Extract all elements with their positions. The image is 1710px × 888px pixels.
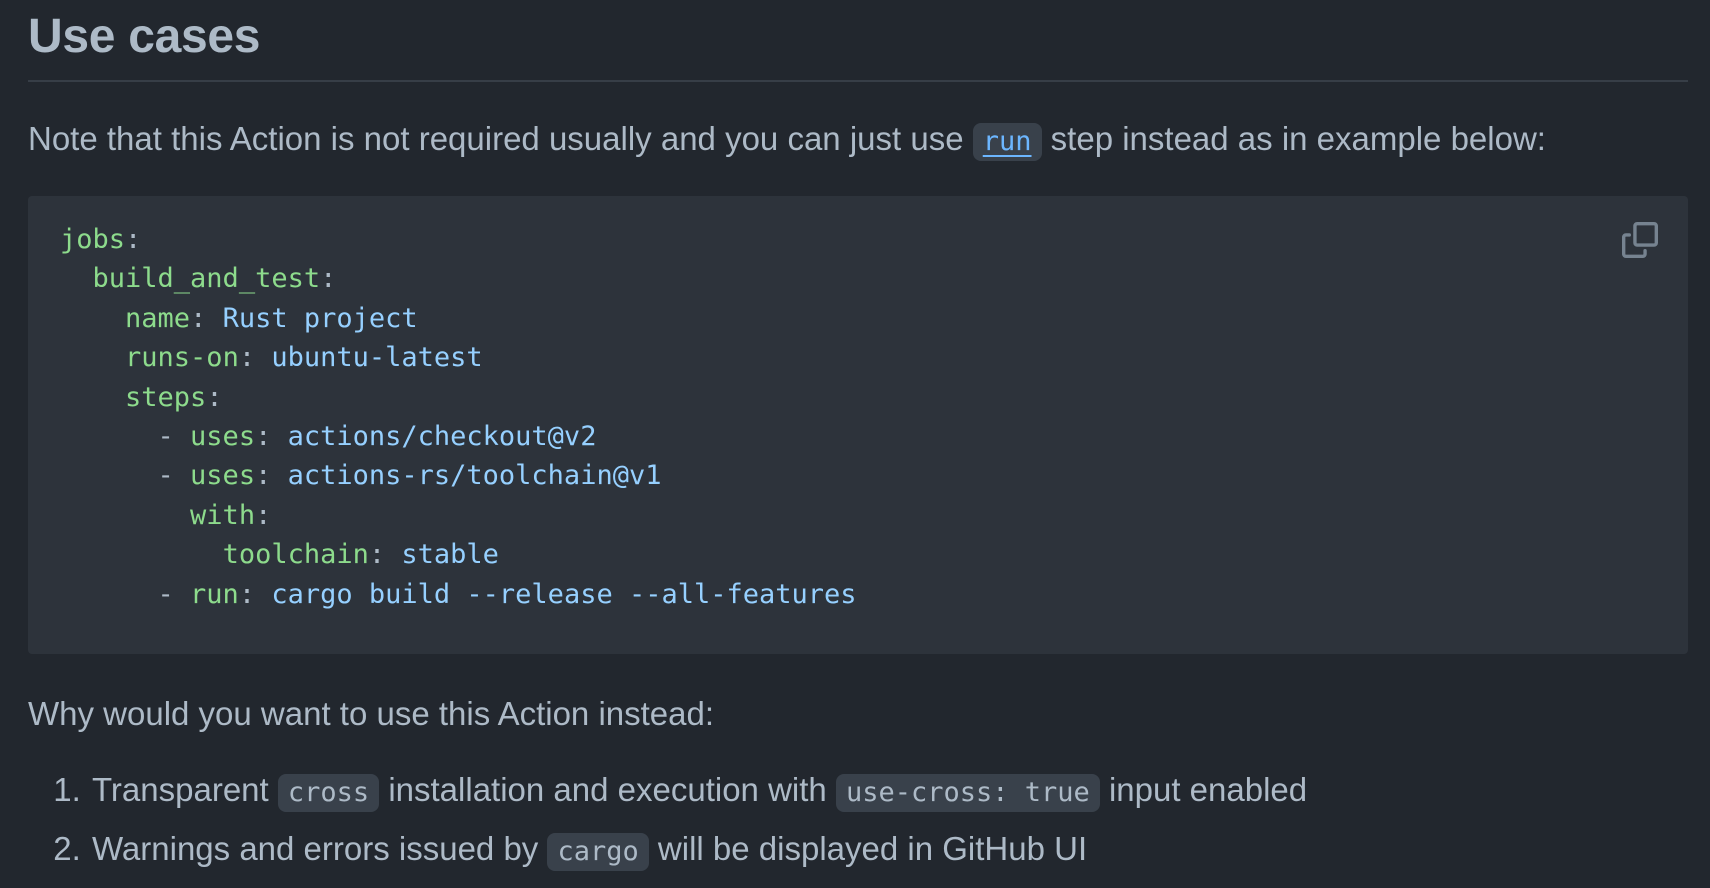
yaml-punct: :: [238, 578, 272, 610]
cargo-inline-code: cargo: [547, 833, 649, 871]
reason-2-before: Warnings and errors issued by: [92, 830, 548, 867]
yaml-key: steps: [125, 381, 207, 413]
yaml-punct: -: [60, 578, 191, 610]
list-item: Warnings and errors issued by cargo will…: [90, 821, 1688, 880]
yaml-punct: :: [238, 342, 272, 374]
yaml-punct: :: [190, 302, 223, 334]
yaml-value: actions-rs/toolchain@v1: [287, 460, 662, 492]
yaml-punct: :: [320, 263, 337, 295]
yaml-punct: -: [60, 421, 191, 453]
intro-paragraph: Note that this Action is not required us…: [28, 115, 1688, 166]
code-line: build_and_test:: [60, 263, 337, 295]
reason-1-middle: installation and execution with: [379, 771, 836, 808]
code-line: - uses: actions-rs/toolchain@v1: [60, 460, 662, 492]
yaml-punct: [60, 342, 125, 373]
yaml-value: ubuntu-latest: [271, 342, 483, 374]
yaml-key: build_and_test: [92, 263, 321, 295]
reason-1-before: Transparent: [92, 771, 278, 808]
yaml-punct: -: [60, 460, 191, 492]
code-content: jobs: build_and_test: name: Rust project…: [60, 220, 1656, 614]
yaml-punct: [60, 263, 93, 294]
yaml-value: cargo build --release --all-features: [271, 578, 857, 610]
run-inline-code: run: [972, 123, 1042, 161]
list-item: Transparent cross installation and execu…: [90, 762, 1688, 821]
yaml-value: actions/checkout@v2: [287, 421, 597, 453]
yaml-value: stable: [401, 539, 499, 571]
code-line: toolchain: stable: [60, 539, 499, 570]
copy-icon: [1622, 222, 1658, 258]
intro-text-after: step instead as in example below:: [1041, 120, 1546, 157]
heading-divider: [28, 80, 1688, 82]
yaml-key: toolchain: [222, 539, 369, 571]
yaml-punct: [60, 303, 125, 334]
use-cross-inline-code: use-cross: true: [835, 774, 1100, 812]
code-line: runs-on: ubuntu-latest: [60, 342, 483, 373]
code-line: - run: cargo build --release --all-featu…: [60, 579, 857, 610]
yaml-punct: :: [255, 421, 288, 453]
yaml-key: uses: [190, 460, 256, 492]
yaml-punct: :: [255, 460, 288, 492]
reason-1-after: input enabled: [1099, 771, 1308, 808]
yaml-key: name: [125, 302, 191, 334]
reasons-list: Transparent cross installation and execu…: [28, 762, 1688, 880]
code-line: steps:: [60, 382, 223, 413]
intro-text-before: Note that this Action is not required us…: [28, 120, 973, 157]
reason-2-after: will be displayed in GitHub UI: [648, 830, 1088, 867]
code-line: jobs:: [60, 224, 141, 255]
cross-inline-code: cross: [277, 774, 380, 812]
yaml-punct: [60, 500, 190, 531]
yaml-key: run: [190, 578, 239, 610]
yaml-punct: :: [368, 539, 402, 571]
yaml-key: with: [190, 499, 256, 531]
yaml-value: Rust project: [222, 302, 418, 334]
yaml-punct: :: [206, 381, 223, 413]
copy-button[interactable]: [1622, 222, 1658, 258]
yaml-punct: [60, 382, 125, 413]
yaml-key: runs-on: [125, 342, 239, 374]
code-line: name: Rust project: [60, 303, 418, 334]
yaml-key: uses: [190, 421, 256, 453]
yaml-punct: :: [255, 499, 272, 531]
why-paragraph: Why would you want to use this Action in…: [28, 695, 715, 732]
yaml-punct: :: [125, 224, 142, 255]
yaml-code-block[interactable]: jobs: build_and_test: name: Rust project…: [28, 196, 1688, 654]
readme-section: Use cases Note that this Action is not r…: [28, 0, 1688, 880]
run-link[interactable]: run: [983, 126, 1032, 157]
section-heading: Use cases: [28, 10, 261, 63]
yaml-punct: [60, 539, 223, 570]
yaml-key: jobs: [60, 224, 126, 255]
code-line: - uses: actions/checkout@v2: [60, 421, 597, 453]
code-line: with:: [60, 500, 271, 531]
